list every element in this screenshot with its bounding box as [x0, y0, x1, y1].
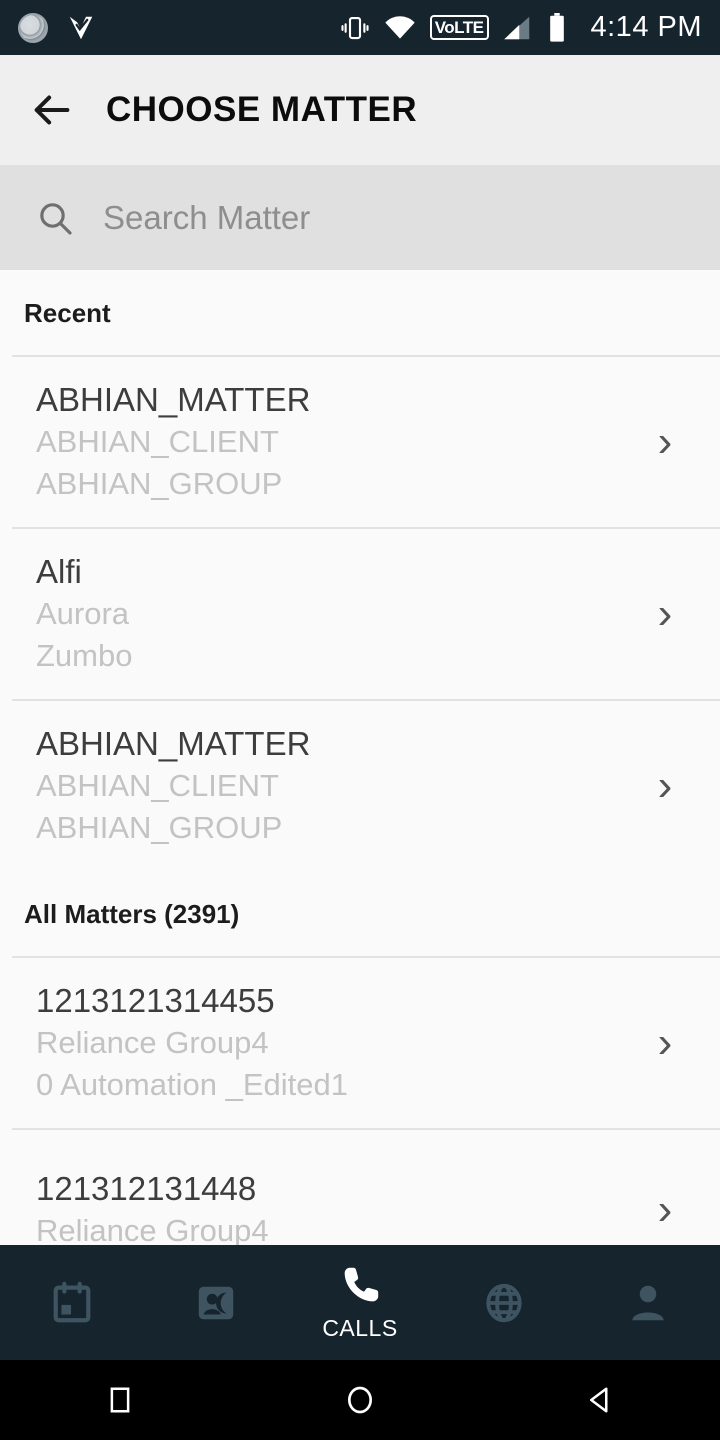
nav-item-calls[interactable]: CALLS — [288, 1263, 432, 1342]
chevron-right-icon[interactable]: › — [640, 763, 690, 808]
nav-item-calendar[interactable] — [0, 1280, 144, 1326]
signal-icon — [503, 16, 529, 39]
list-item-subtitle-1: Reliance Group4 — [36, 1025, 269, 1060]
battery-icon — [549, 12, 564, 42]
matter-list[interactable]: Recent ABHIAN_MATTER ABHIAN_CLIENT ABHIA… — [0, 270, 720, 1245]
chevron-right-icon[interactable]: › — [640, 1187, 690, 1232]
list-item[interactable]: 121312131448 Reliance Group4 › — [0, 1130, 720, 1245]
calendar-icon — [53, 1281, 91, 1322]
list-item-subtitle-2: Zumbo — [36, 638, 133, 673]
status-bar-left-icons — [18, 12, 96, 43]
list-item-text: 121312131448 Reliance Group4 — [36, 1168, 640, 1245]
section-header-recent: Recent — [24, 298, 111, 328]
list-item[interactable]: Alfi Aurora Zumbo › — [0, 529, 720, 699]
search-icon — [40, 202, 72, 235]
list-item-title: 1213121314455 — [36, 981, 275, 1019]
back-triangle-icon[interactable] — [540, 1385, 660, 1415]
list-item-text: Alfi Aurora Zumbo — [36, 551, 640, 677]
list-item[interactable]: 1213121314455 Reliance Group4 0 Automati… — [0, 958, 720, 1128]
list-item-text: ABHIAN_MATTER ABHIAN_CLIENT ABHIAN_GROUP — [36, 723, 640, 849]
list-item-title: 121312131448 — [36, 1169, 257, 1207]
list-item-subtitle-1: Aurora — [36, 596, 130, 632]
section-header-all-matters: All Matters (2391) — [24, 898, 240, 929]
search-input[interactable]: Search Matter — [103, 199, 310, 237]
list-item-title: Alfi — [36, 552, 82, 590]
list-item-text: 1213121314455 Reliance Group4 0 Automati… — [36, 980, 640, 1106]
globe-icon — [486, 1283, 522, 1322]
status-bar-right-icons: VoLTE 4:14 PM — [340, 11, 702, 44]
list-item-subtitle-2: 0 Automation _Edited1 — [36, 1066, 348, 1102]
contacts-icon — [198, 1286, 234, 1319]
system-navigation-bar — [0, 1360, 720, 1440]
nav-item-globe[interactable] — [432, 1280, 576, 1326]
chevron-right-icon[interactable]: › — [640, 591, 690, 636]
phone-screen: VoLTE 4:14 PM CHOOSE MATTER Search Matte — [0, 0, 720, 1440]
app-check-icon — [69, 16, 93, 39]
page-title: CHOOSE MATTER — [106, 90, 418, 129]
search-bar[interactable]: Search Matter — [0, 165, 720, 270]
nav-item-profile[interactable] — [576, 1280, 720, 1326]
back-arrow-icon[interactable] — [28, 86, 76, 134]
person-icon — [632, 1285, 664, 1320]
status-bar-time: 4:14 PM — [590, 11, 702, 43]
list-item[interactable]: ABHIAN_MATTER ABHIAN_CLIENT ABHIAN_GROUP… — [0, 701, 720, 871]
vibrate-icon — [341, 16, 369, 39]
home-circle-icon[interactable] — [300, 1384, 420, 1416]
status-bar: VoLTE 4:14 PM — [0, 0, 720, 55]
list-item-subtitle-1: ABHIAN_CLIENT — [36, 768, 279, 804]
gauge-icon — [18, 12, 48, 43]
nav-item-calls-label: CALLS — [322, 1315, 398, 1341]
app-bar: CHOOSE MATTER — [0, 55, 720, 165]
bottom-navigation: CALLS — [0, 1245, 720, 1360]
phone-icon — [344, 1267, 379, 1302]
list-item-subtitle-2: ABHIAN_GROUP — [36, 466, 283, 502]
chevron-right-icon[interactable]: › — [640, 1020, 690, 1065]
recents-square-icon[interactable] — [60, 1385, 180, 1415]
nav-item-contacts[interactable] — [144, 1280, 288, 1326]
list-item-title: ABHIAN_MATTER — [36, 381, 311, 418]
list-item-title: ABHIAN_MATTER — [36, 724, 311, 762]
list-item[interactable]: ABHIAN_MATTER ABHIAN_CLIENT ABHIAN_GROUP… — [0, 357, 720, 527]
volte-icon: VoLTE — [429, 15, 489, 40]
list-item-subtitle-1: ABHIAN_CLIENT — [36, 424, 279, 460]
wifi-icon — [385, 15, 415, 39]
list-item-subtitle-1: Reliance Group4 — [36, 1212, 269, 1245]
list-item-text: ABHIAN_MATTER ABHIAN_CLIENT ABHIAN_GROUP — [36, 379, 640, 505]
chevron-right-icon[interactable]: › — [640, 419, 690, 464]
list-item-subtitle-2: ABHIAN_GROUP — [36, 809, 283, 845]
